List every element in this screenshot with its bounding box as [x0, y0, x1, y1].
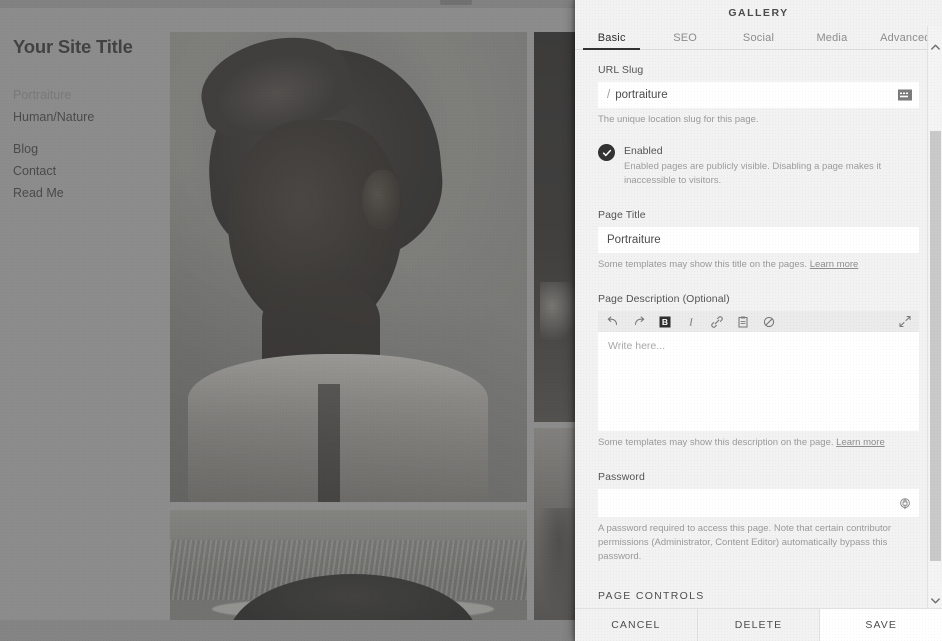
page-controls-group: PAGE CONTROLS Use the controls below to … — [598, 590, 919, 608]
tab-seo[interactable]: SEO — [648, 26, 721, 49]
clear-format-icon[interactable] — [762, 315, 775, 328]
expand-icon[interactable] — [898, 315, 911, 328]
panel-footer: CANCEL DELETE SAVE — [575, 608, 942, 641]
italic-icon[interactable]: I — [684, 315, 697, 328]
site-nav-item-portraiture[interactable]: Portraiture — [13, 84, 170, 106]
panel-header: GALLERY — [575, 0, 942, 26]
panel-tabbar: Basic SEO Social Media Advanced — [575, 26, 942, 50]
page-description-helper: Some templates may show this description… — [598, 436, 919, 450]
site-nav: Your Site Title Portraiture Human/Nature… — [0, 8, 170, 620]
rich-text-editor: B I Write here... — [598, 311, 919, 431]
page-title-group: Page Title Portraiture Some templates ma… — [598, 209, 919, 272]
svg-text:I: I — [688, 316, 694, 328]
scroll-up-icon[interactable] — [928, 40, 942, 54]
page-description-helper-text: Some templates may show this description… — [598, 437, 834, 448]
page-title-value: Portraiture — [607, 234, 661, 246]
page-title-helper: Some templates may show this title on th… — [598, 258, 919, 272]
delete-button[interactable]: DELETE — [698, 609, 821, 641]
tab-basic[interactable]: Basic — [575, 26, 648, 50]
url-slug-helper: The unique location slug for this page. — [598, 114, 759, 125]
page-title-helper-text: Some templates may show this title on th… — [598, 259, 808, 270]
page-description-learn-more-link[interactable]: Learn more — [836, 437, 885, 448]
site-nav-item-read-me[interactable]: Read Me — [13, 182, 170, 204]
paste-icon[interactable] — [736, 315, 749, 328]
site-nav-item-blog[interactable]: Blog — [13, 138, 170, 160]
redo-icon[interactable] — [632, 315, 645, 328]
page-title-label: Page Title — [598, 209, 646, 221]
panel-scroll-region: URL Slug / portraiture The unique locati… — [575, 50, 942, 608]
page-title-input[interactable]: Portraiture — [598, 227, 919, 253]
panel-title: GALLERY — [728, 7, 789, 19]
url-slug-value: portraiture — [615, 89, 668, 101]
site-nav-item-contact[interactable]: Contact — [13, 160, 170, 182]
page-controls-heading: PAGE CONTROLS — [598, 590, 705, 602]
password-input[interactable] — [598, 489, 919, 517]
url-slug-input[interactable]: / portraiture — [598, 82, 919, 108]
enabled-checkbox[interactable] — [598, 144, 615, 161]
panel-scrollbar[interactable] — [927, 26, 942, 608]
save-button[interactable]: SAVE — [820, 609, 942, 641]
page-description-label: Page Description (Optional) — [598, 293, 730, 305]
scroll-down-icon[interactable] — [928, 594, 942, 608]
lock-icon[interactable] — [897, 497, 912, 510]
tab-media[interactable]: Media — [795, 26, 868, 49]
scrollbar-thumb[interactable] — [930, 131, 941, 561]
url-slug-group: URL Slug / portraiture The unique locati… — [598, 64, 919, 127]
undo-icon[interactable] — [606, 315, 619, 328]
site-nav-item-human-nature[interactable]: Human/Nature — [13, 106, 170, 128]
enabled-texts: Enabled Enabled pages are publicly visib… — [624, 144, 916, 188]
preview-top-handle[interactable] — [440, 0, 472, 5]
enabled-label: Enabled — [624, 145, 663, 157]
password-group: Password A password required to access t… — [598, 471, 919, 564]
password-label: Password — [598, 471, 645, 483]
app-root: Your Site Title Portraiture Human/Nature… — [0, 0, 942, 641]
keyboard-icon[interactable] — [897, 89, 912, 102]
gallery-photo-portrait[interactable] — [170, 32, 527, 502]
site-title: Your Site Title — [13, 36, 133, 57]
rte-toolbar: B I — [598, 311, 919, 332]
page-title-learn-more-link[interactable]: Learn more — [810, 259, 859, 270]
svg-text:B: B — [661, 317, 667, 327]
url-slug-prefix: / — [607, 89, 611, 101]
page-description-textarea[interactable]: Write here... — [598, 332, 919, 431]
password-helper: A password required to access this page.… — [598, 523, 892, 562]
link-icon[interactable] — [710, 315, 723, 328]
cancel-button[interactable]: CANCEL — [575, 609, 698, 641]
url-slug-label: URL Slug — [598, 64, 644, 76]
bold-icon[interactable]: B — [658, 315, 671, 328]
tab-social[interactable]: Social — [722, 26, 795, 49]
page-settings-panel: GALLERY Basic SEO Social Media Advanced … — [571, 0, 942, 641]
page-description-group: Page Description (Optional) B I Write he… — [598, 293, 919, 450]
enabled-group: Enabled Enabled pages are publicly visib… — [598, 144, 919, 188]
enabled-description: Enabled pages are publicly visible. Disa… — [624, 161, 882, 186]
